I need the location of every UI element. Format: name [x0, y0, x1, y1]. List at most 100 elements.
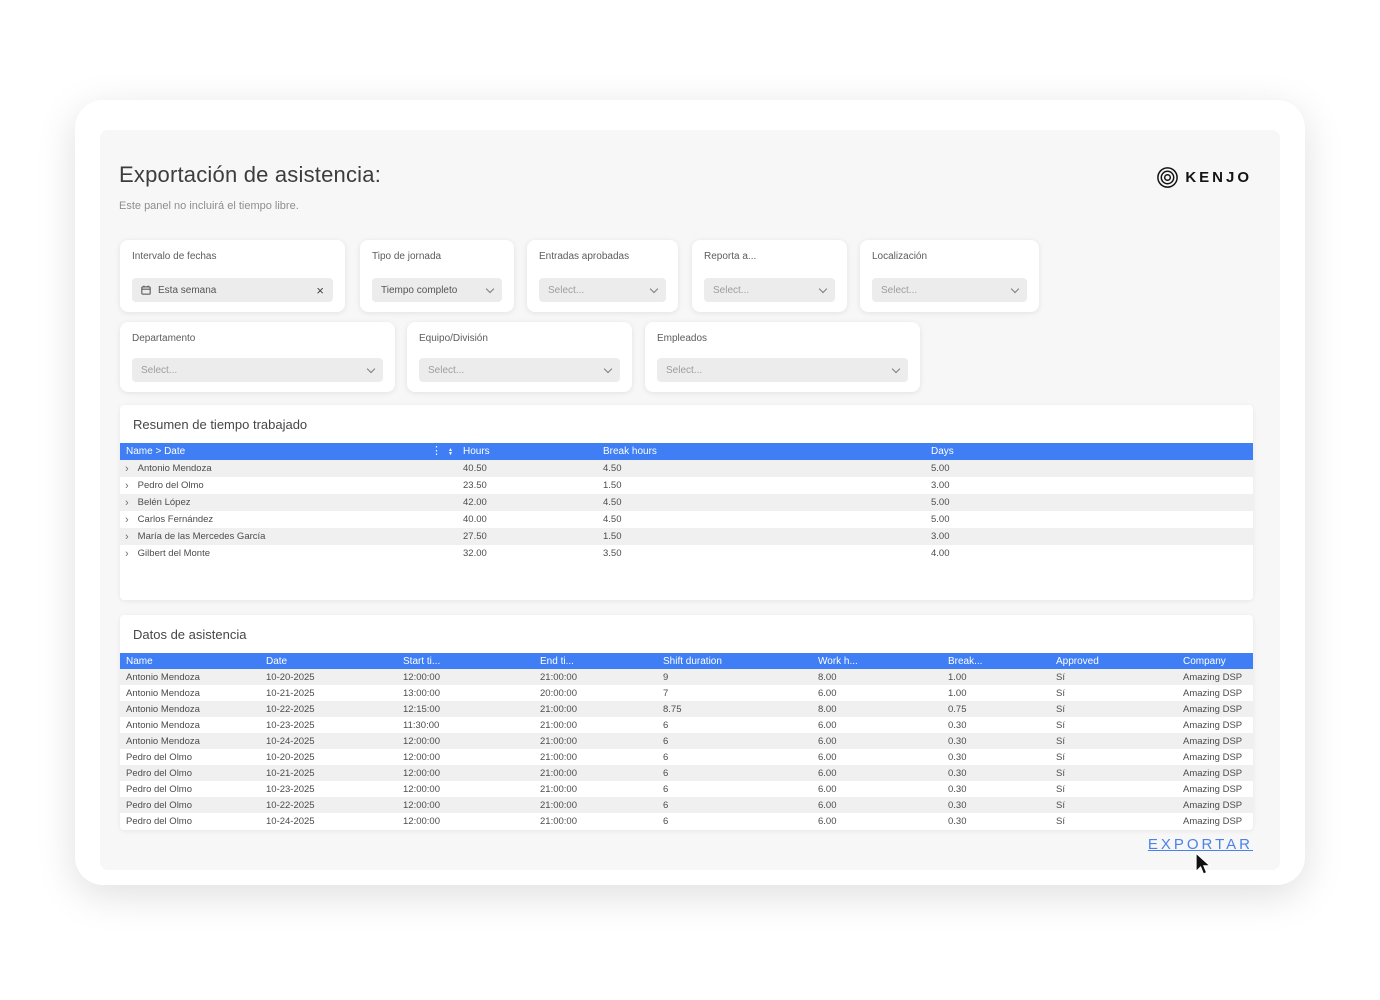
expand-chevron-icon[interactable]: › [125, 497, 129, 509]
filter-team-division: Equipo/División Select... [407, 322, 632, 392]
table-row[interactable]: ›Belén López42.004.505.00 [120, 494, 1253, 511]
department-select[interactable]: Select... [132, 358, 383, 382]
filter-date-range: Intervalo de fechas Esta semana × [120, 240, 345, 312]
approved-entries-select[interactable]: Select... [539, 278, 666, 302]
cell: 10-23-2025 [260, 784, 397, 795]
kenjo-logo: KENJO [1156, 166, 1252, 189]
mouse-cursor-icon [1193, 852, 1213, 883]
cell: Amazing DSP [1177, 800, 1253, 811]
summary-section: Resumen de tiempo trabajado Name > Date … [120, 405, 1253, 600]
reports-to-select[interactable]: Select... [704, 278, 835, 302]
table-row: Antonio Mendoza10-20-202512:00:0021:00:0… [120, 669, 1253, 685]
cell: 6 [657, 720, 812, 731]
column-header: Name [120, 656, 260, 667]
expand-chevron-icon[interactable]: › [125, 480, 129, 492]
table-row[interactable]: ›María de las Mercedes García27.501.503.… [120, 528, 1253, 545]
cell: Amazing DSP [1177, 784, 1253, 795]
column-header: Work h... [812, 656, 942, 667]
chevron-down-icon [486, 284, 494, 292]
cell: Sí [1050, 704, 1177, 715]
select-placeholder: Select... [428, 365, 464, 376]
column-header: Date [260, 656, 397, 667]
expand-chevron-icon[interactable]: › [125, 463, 129, 475]
cell: Sí [1050, 672, 1177, 683]
select-placeholder: Select... [141, 365, 177, 376]
location-select[interactable]: Select... [872, 278, 1027, 302]
chevron-down-icon [1011, 284, 1019, 292]
cell: Pedro del Olmo [120, 784, 260, 795]
attendance-section: Datos de asistencia Name Date Start ti..… [120, 615, 1253, 830]
employee-name: Carlos Fernández [138, 514, 214, 525]
cell: 9 [657, 672, 812, 683]
summary-table-body: ›Antonio Mendoza40.504.505.00›Pedro del … [120, 460, 1253, 562]
cell: 6.00 [812, 688, 942, 699]
chevron-down-icon [650, 284, 658, 292]
team-division-select[interactable]: Select... [419, 358, 620, 382]
column-header: Break hours [597, 446, 925, 457]
chevron-down-icon [604, 364, 612, 372]
chevron-down-icon [819, 284, 827, 292]
table-row[interactable]: ›Carlos Fernández40.004.505.00 [120, 511, 1253, 528]
attendance-table-header: Name Date Start ti... End ti... Shift du… [120, 653, 1253, 669]
hours-cell: 42.00 [457, 497, 597, 508]
cell: 8.75 [657, 704, 812, 715]
cell: Pedro del Olmo [120, 800, 260, 811]
cell: Amazing DSP [1177, 768, 1253, 779]
hours-cell: 32.00 [457, 548, 597, 559]
export-button[interactable]: EXPORTAR [1148, 836, 1253, 853]
cell: 11:30:00 [397, 720, 534, 731]
cell: 0.30 [942, 752, 1050, 763]
clear-date-icon[interactable]: × [316, 284, 324, 297]
cell: 13:00:00 [397, 688, 534, 699]
filter-schedule-type: Tipo de jornada Tiempo completo [360, 240, 514, 312]
column-menu-icon[interactable]: ⋮ [431, 446, 448, 457]
cell: Sí [1050, 784, 1177, 795]
cell: Pedro del Olmo [120, 752, 260, 763]
sort-icon[interactable]: ▲▼ [448, 448, 457, 456]
cell: 6.00 [812, 752, 942, 763]
cell: 21:00:00 [534, 672, 657, 683]
date-range-input[interactable]: Esta semana × [132, 278, 333, 302]
cell: 21:00:00 [534, 752, 657, 763]
page-title: Exportación de asistencia: [119, 162, 381, 188]
cell: Sí [1050, 800, 1177, 811]
column-header: Company [1177, 656, 1253, 667]
select-placeholder: Select... [713, 285, 749, 296]
cell: Amazing DSP [1177, 672, 1253, 683]
cell: 10-21-2025 [260, 688, 397, 699]
cell: 12:00:00 [397, 800, 534, 811]
days-cell: 5.00 [925, 514, 1253, 525]
cell: 10-23-2025 [260, 720, 397, 731]
date-range-value: Esta semana [158, 285, 216, 296]
table-row[interactable]: ›Gilbert del Monte32.003.504.00 [120, 545, 1253, 562]
expand-chevron-icon[interactable]: › [125, 531, 129, 543]
table-row[interactable]: ›Pedro del Olmo23.501.503.00 [120, 477, 1253, 494]
cell: 20:00:00 [534, 688, 657, 699]
filter-label: Empleados [657, 333, 908, 344]
employee-name: Pedro del Olmo [138, 480, 204, 491]
filter-reports-to: Reporta a... Select... [692, 240, 847, 312]
expand-chevron-icon[interactable]: › [125, 548, 129, 560]
employees-select[interactable]: Select... [657, 358, 908, 382]
filter-label: Localización [872, 251, 1027, 262]
hours-cell: 23.50 [457, 480, 597, 491]
column-header: Hours [457, 446, 597, 457]
cell: 6.00 [812, 800, 942, 811]
main-panel: Exportación de asistencia: Este panel no… [100, 130, 1280, 870]
filter-label: Departamento [132, 333, 383, 344]
cell: 12:15:00 [397, 704, 534, 715]
column-header: Approved [1050, 656, 1177, 667]
days-cell: 4.00 [925, 548, 1253, 559]
table-row: Pedro del Olmo10-23-202512:00:0021:00:00… [120, 781, 1253, 797]
table-row: Antonio Mendoza10-24-202512:00:0021:00:0… [120, 733, 1253, 749]
filter-department: Departamento Select... [120, 322, 395, 392]
schedule-type-select[interactable]: Tiempo completo [372, 278, 502, 302]
select-placeholder: Select... [666, 365, 702, 376]
cell: 12:00:00 [397, 768, 534, 779]
days-cell: 5.00 [925, 497, 1253, 508]
break-hours-cell: 1.50 [597, 480, 925, 491]
cell: 21:00:00 [534, 816, 657, 827]
cell: 6.00 [812, 816, 942, 827]
table-row[interactable]: ›Antonio Mendoza40.504.505.00 [120, 460, 1253, 477]
expand-chevron-icon[interactable]: › [125, 514, 129, 526]
